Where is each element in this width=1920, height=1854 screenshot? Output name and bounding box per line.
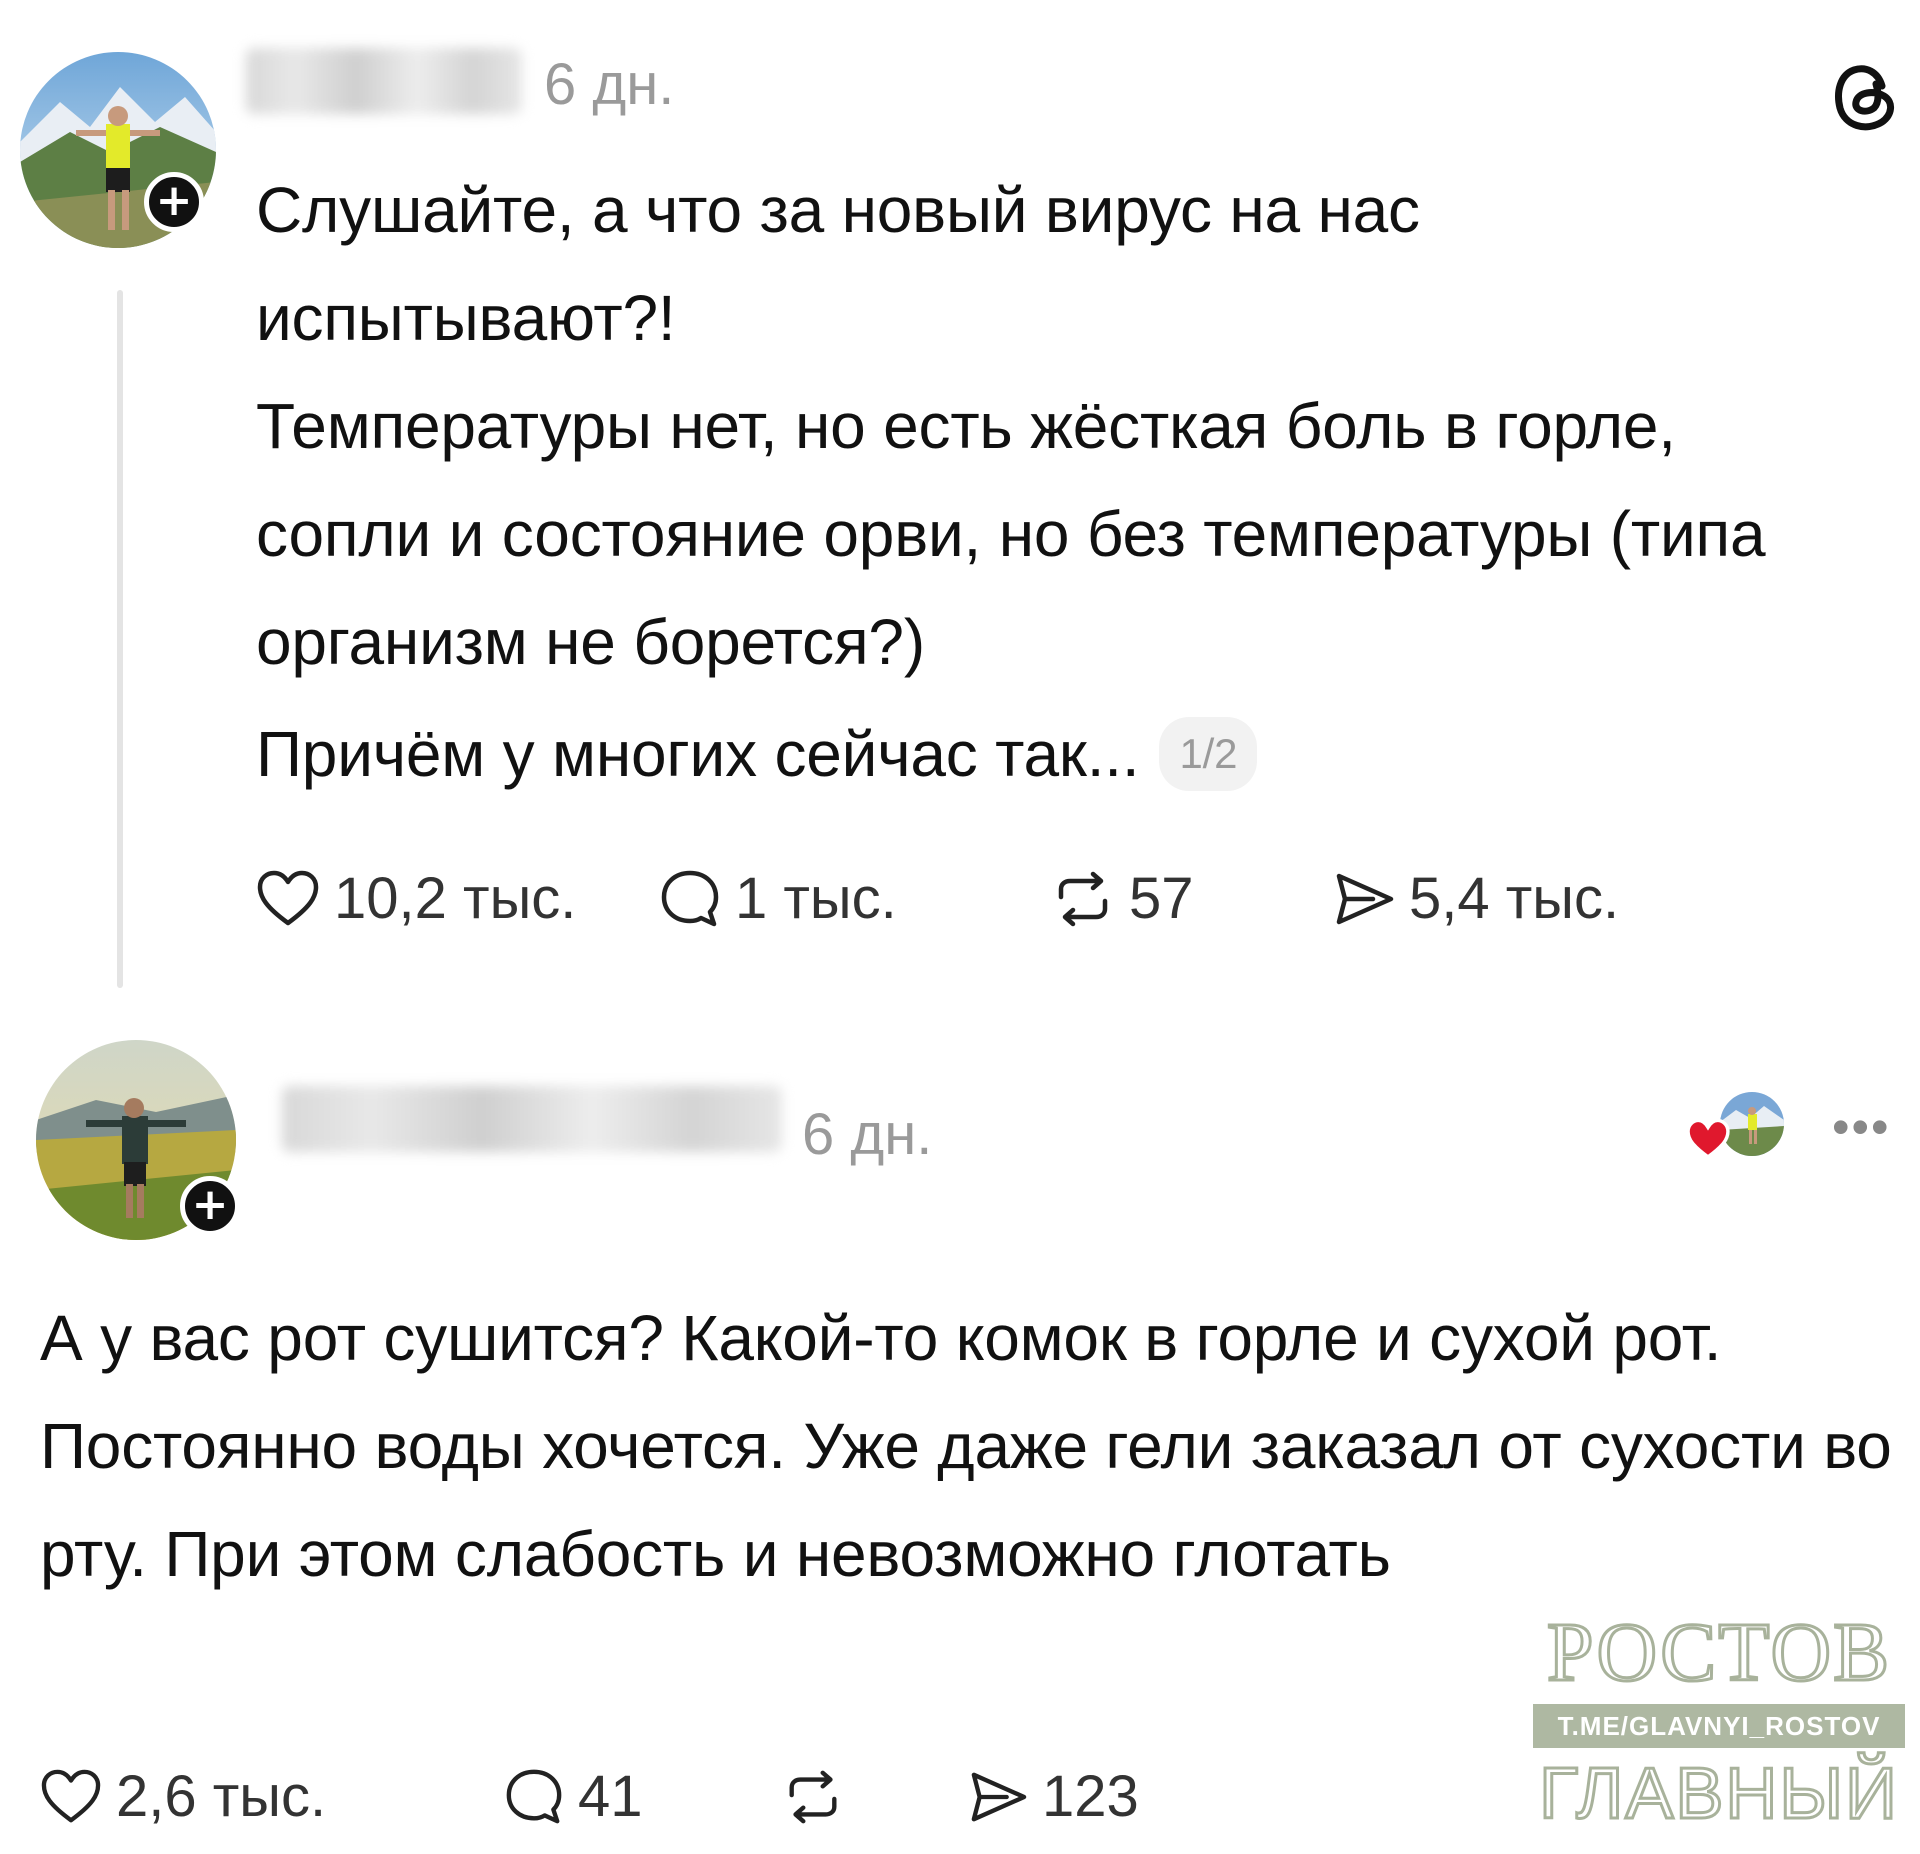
post1-paragraph-1: Слушайте, а что за новый вирус на нас ис… (256, 174, 1420, 354)
watermark-url: T.ME/GLAVNYI_ROSTOV (1533, 1704, 1905, 1748)
post1-paragraph-3: Причём у многих сейчас так... 1/2 (256, 700, 1816, 808)
post2-more-options-button[interactable]: ••• (1832, 1098, 1891, 1156)
post1-last-line: Причём у многих сейчас так... (256, 718, 1140, 790)
post2-share-button[interactable]: 123 (968, 1762, 1139, 1832)
post2-action-bar: 2,6 тыс. 41 123 (40, 1762, 1139, 1832)
post1-action-bar: 10,2 тыс. 1 тыс. 57 5,4 тыс. (256, 864, 1619, 934)
threads-screenshot: + 6 дн. Слушайте, а что за новый вирус н… (0, 0, 1920, 1854)
post2-timestamp: 6 дн. (802, 1102, 933, 1167)
heart-outline-icon (41, 1769, 101, 1823)
post1-share-count: 5,4 тыс. (1409, 866, 1620, 931)
post2-follow-button[interactable]: + (180, 1176, 240, 1236)
repost-arrows-icon (789, 1770, 837, 1824)
post2-like-button[interactable]: 2,6 тыс. (40, 1762, 504, 1832)
post2-text: А у вас рот сушится? Какой-то комок в го… (40, 1302, 1892, 1590)
watermark-bottom: ГЛАВНЫЙ (1538, 1754, 1899, 1834)
post1-reply-count: 1 тыс. (735, 866, 897, 931)
post1-page-indicator[interactable]: 1/2 (1159, 717, 1258, 791)
threads-logo-icon (1835, 65, 1894, 131)
post1-username-blurred[interactable] (246, 48, 522, 114)
post2-repost-button[interactable] (782, 1769, 968, 1825)
post2-reply-button[interactable]: 41 (504, 1762, 782, 1832)
repost-arrows-icon (1058, 871, 1108, 927)
speech-bubble-icon (661, 870, 719, 927)
channel-watermark: РОСТОВ T.ME/GLAVNYI_ROSTOV ГЛАВНЫЙ (1526, 1606, 1912, 1834)
speech-bubble-icon (506, 1769, 562, 1824)
post2-username-blurred[interactable] (282, 1086, 782, 1152)
post1-body: Слушайте, а что за новый вирус на нас ис… (256, 156, 1816, 808)
post1-repost-button[interactable]: 57 (1051, 864, 1333, 934)
thread-connector-line (117, 290, 123, 988)
post2-body: А у вас рот сушится? Какой-то комок в го… (40, 1284, 1900, 1608)
post1-share-button[interactable]: 5,4 тыс. (1333, 864, 1619, 934)
post1-like-button[interactable]: 10,2 тыс. (256, 864, 659, 934)
red-heart-icon (1686, 1118, 1730, 1160)
watermark-top: РОСТОВ (1545, 1606, 1892, 1699)
post2-liked-by-author (1686, 1092, 1786, 1162)
post1-repost-count: 57 (1129, 866, 1194, 931)
heart-outline-icon (257, 870, 319, 926)
post2-reply-count: 41 (578, 1764, 643, 1829)
post1-reply-button[interactable]: 1 тыс. (659, 864, 1051, 934)
post2-share-count: 123 (1042, 1764, 1139, 1829)
post1-timestamp: 6 дн. (544, 52, 675, 117)
send-icon (1336, 873, 1394, 925)
post1-like-count: 10,2 тыс. (334, 866, 577, 931)
post2-like-count: 2,6 тыс. (116, 1764, 327, 1829)
post1-follow-button[interactable]: + (144, 172, 204, 232)
send-icon (971, 1772, 1027, 1822)
post1-paragraph-2: Температуры нет, но есть жёсткая боль в … (256, 390, 1766, 678)
